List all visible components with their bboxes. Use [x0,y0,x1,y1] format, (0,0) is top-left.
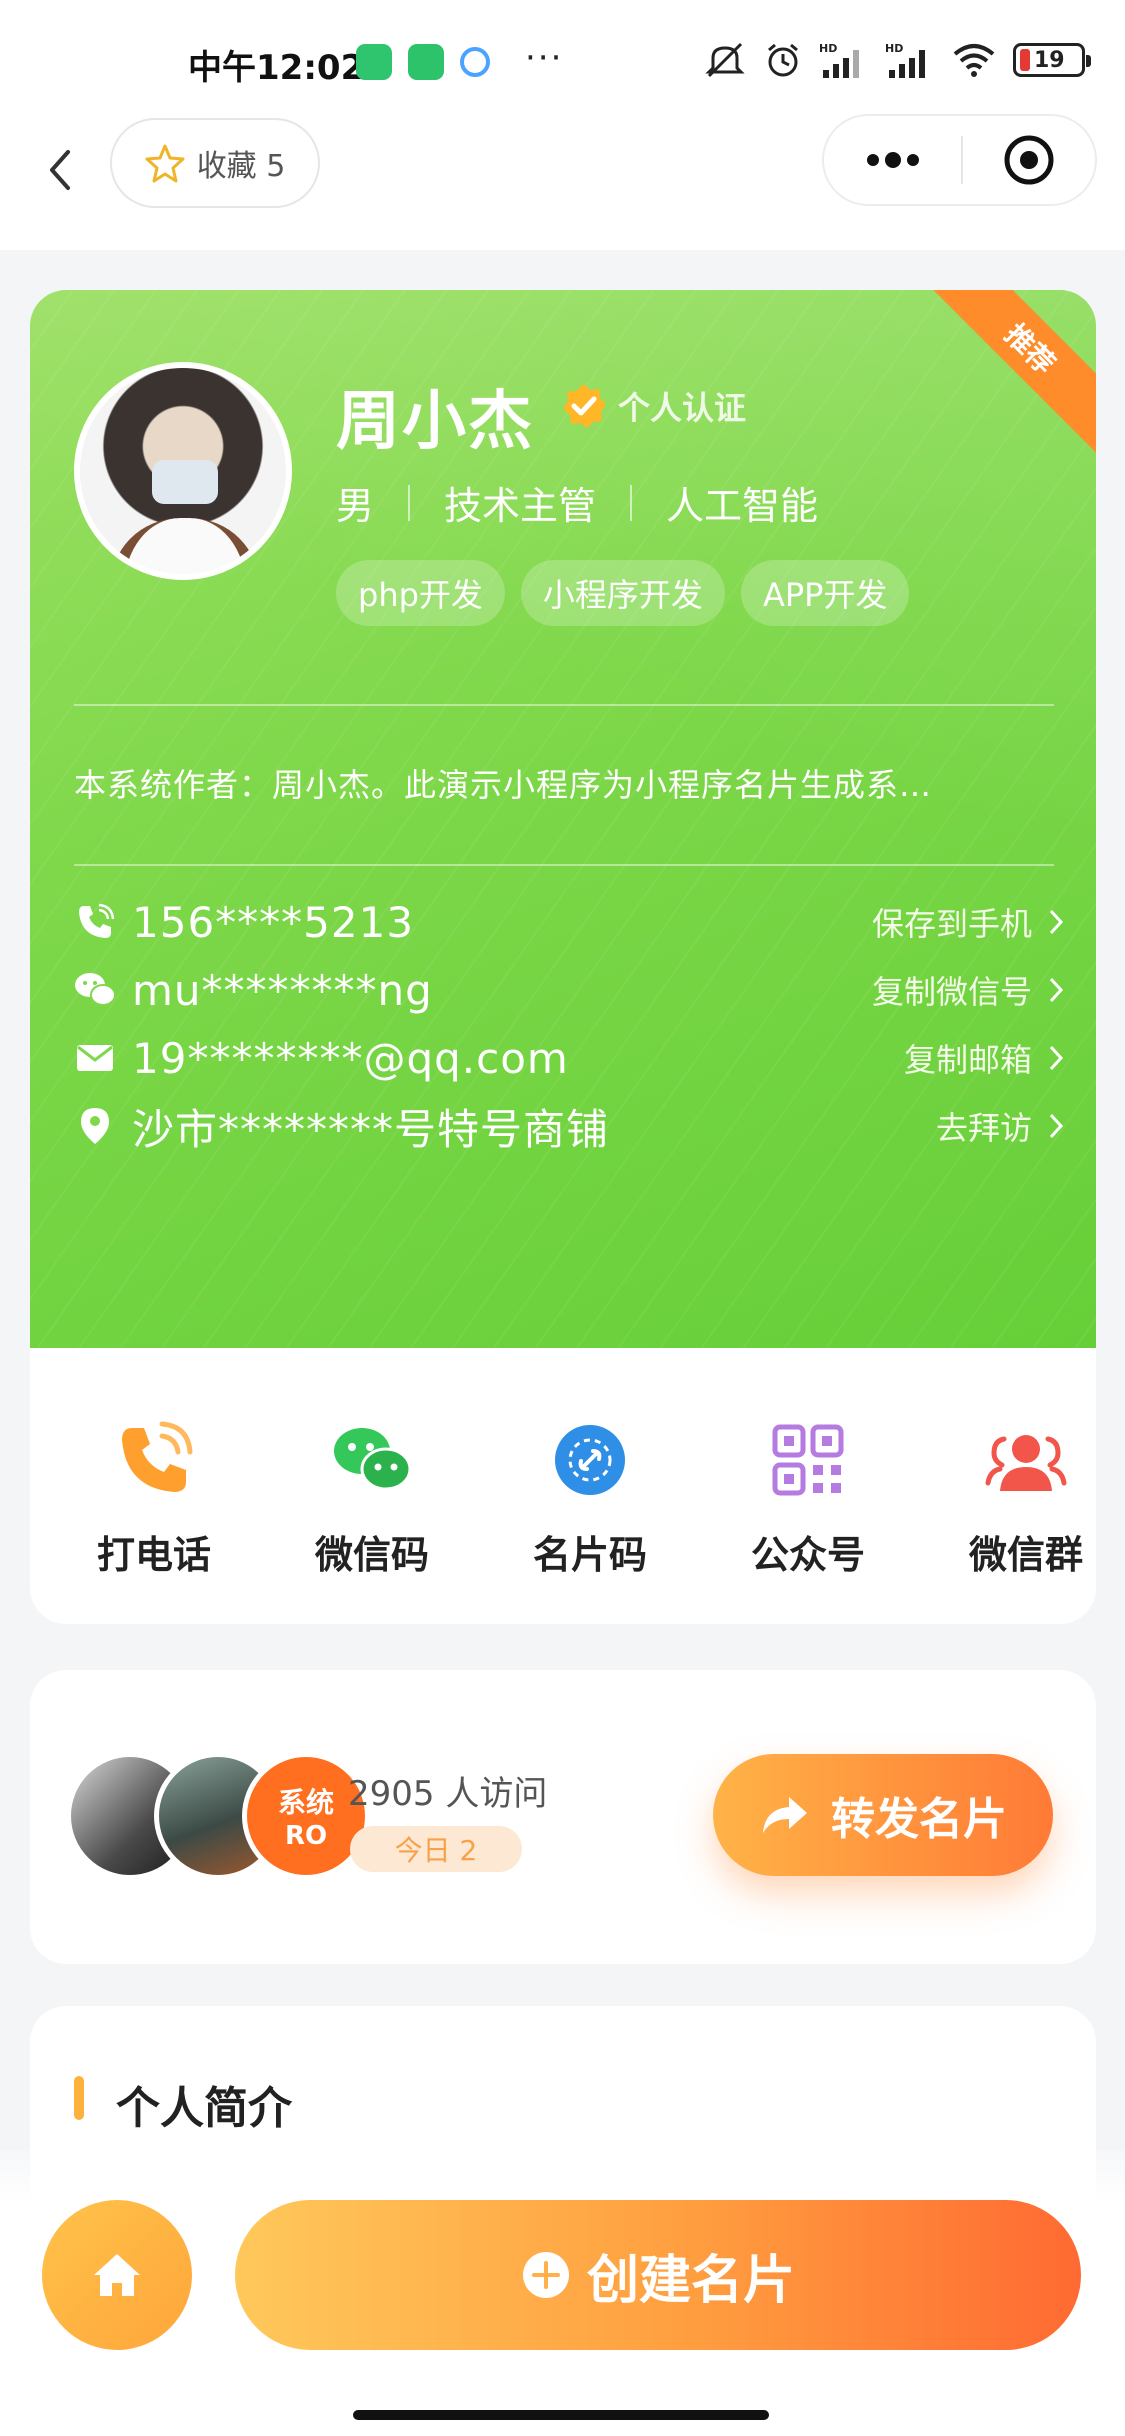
verification-badge: 个人认证 [560,382,746,430]
star-icon [145,144,185,183]
call-icon [122,1421,193,1492]
contact-action: 复制邮箱 [903,1041,1032,1079]
signal-hd-icon: HD [819,42,859,78]
chevron-left-icon [50,150,70,190]
action-official-account[interactable]: 公众号 [708,1418,908,1579]
contact-value: 沙市********号特号商铺 [132,1104,610,1154]
status-time: 中午12:02 [188,48,365,88]
chevron-right-icon [1049,1045,1064,1071]
share-card-button[interactable]: 转发名片 [713,1754,1053,1876]
contact-action: 保存到手机 [871,905,1032,943]
action-label: 公众号 [750,1533,865,1577]
action-call[interactable]: 打电话 [54,1418,254,1579]
group-icon [985,1435,1067,1491]
alarm-icon [768,43,798,77]
contact-value: mu********ng [132,965,433,1015]
menu-more-button[interactable] [824,116,961,204]
skill-tag: APP开发 [740,560,910,626]
verification-label: 个人认证 [618,389,747,427]
favorite-label: 收藏 5 [196,149,286,184]
home-indicator [353,2410,769,2420]
divider [74,864,1054,866]
action-wechat-qr[interactable]: 微信码 [272,1418,472,1579]
target-icon [1004,135,1054,185]
gender: 男 [336,484,375,528]
quick-actions: 打电话 微信码 名片码 公众号 微信群 [30,1348,1096,1624]
contact-phone[interactable]: 156****5213 保存到手机 [74,892,1064,952]
battery-icon: 19 [1013,43,1091,77]
close-miniprogram-button[interactable] [963,116,1095,204]
profile-name: 周小杰 [336,385,534,459]
divider [74,704,1054,706]
card-code-icon [555,1425,625,1495]
visitor-avatar-subtext: RO [284,1821,328,1851]
action-label: 打电话 [96,1533,211,1577]
action-label: 微信码 [314,1533,429,1577]
profile-meta: 男 技术主管 人工智能 [336,475,818,530]
action-wechat-group[interactable]: 微信群 [926,1418,1125,1579]
intro-text[interactable]: 本系统作者：周小杰。此演示小程序为小程序名片生成系… [74,760,1054,806]
nav-bar: 收藏 5 [0,110,1125,250]
contact-value: 156****5213 [132,897,415,947]
visitor-card: 系统 RO 2905 人访问 今日 2 转发名片 [30,1670,1096,1964]
contact-value: 19********@qq.com [132,1033,569,1083]
business-card: 推荐 周小杰 个人认证 男 技术主管 人工智能 php开发 小程序开发 APP开… [30,290,1096,1348]
plus-circle-icon [522,2252,569,2298]
verified-check-icon [563,384,606,428]
visit-count: 2905 人访问 [348,1774,548,1814]
contact-address[interactable]: 沙市********号特号商铺 去拜访 [74,1096,1064,1156]
contact-action: 去拜访 [935,1109,1032,1147]
more-notifications-icon: ··· [525,38,564,78]
mail-icon [77,1045,113,1071]
home-button[interactable] [42,2200,192,2350]
location-icon [81,1108,109,1144]
chevron-right-icon [1049,909,1064,935]
industry: 人工智能 [666,484,819,528]
skill-tags: php开发 小程序开发 APP开发 [336,560,910,626]
create-label: 创建名片 [586,2250,795,2311]
status-bar: 中午12:02 ··· HD HD 19 [0,0,1125,110]
wifi-icon [953,44,995,77]
section-title: 个人简介 [116,2083,292,2134]
app-notification-icon [356,44,392,80]
wechat-icon [75,973,116,1006]
mute-icon [705,42,745,78]
contact-email[interactable]: 19********@qq.com 复制邮箱 [74,1028,1064,1088]
contact-wechat[interactable]: mu********ng 复制微信号 [74,960,1064,1020]
browser-notification-icon [460,47,490,77]
today-visits-badge: 今日 2 [350,1826,522,1872]
home-icon [94,2254,140,2296]
chevron-right-icon [1049,1113,1064,1139]
signal-hd-icon-2: HD [885,42,925,78]
wechat-qr-icon [334,1428,412,1491]
miniprogram-capsule [822,114,1097,206]
favorite-button[interactable]: 收藏 5 [110,118,320,208]
skill-tag: 小程序开发 [520,560,725,626]
svg-text:HD: HD [885,42,903,55]
svg-text:HD: HD [819,42,837,55]
action-card-code[interactable]: 名片码 [490,1418,690,1579]
chevron-right-icon [1049,977,1064,1003]
action-label: 名片码 [532,1533,647,1577]
share-arrow-icon [763,1797,807,1833]
back-button[interactable] [36,140,86,200]
visitor-avatar-text: 系统 [277,1786,334,1819]
share-label: 转发名片 [831,1794,1007,1845]
action-label: 微信群 [968,1533,1083,1577]
create-card-button[interactable]: 创建名片 [235,2200,1081,2350]
wechat-notification-icon [408,44,444,80]
avatar[interactable] [74,362,292,580]
contact-action: 复制微信号 [871,973,1032,1011]
more-dots-icon [866,152,919,168]
skill-tag: php开发 [336,560,505,626]
battery-level: 19 [1034,48,1065,73]
official-account-icon [772,1424,844,1496]
job-title: 技术主管 [444,484,597,528]
section-marker [74,2076,84,2120]
phone-icon [79,903,115,938]
